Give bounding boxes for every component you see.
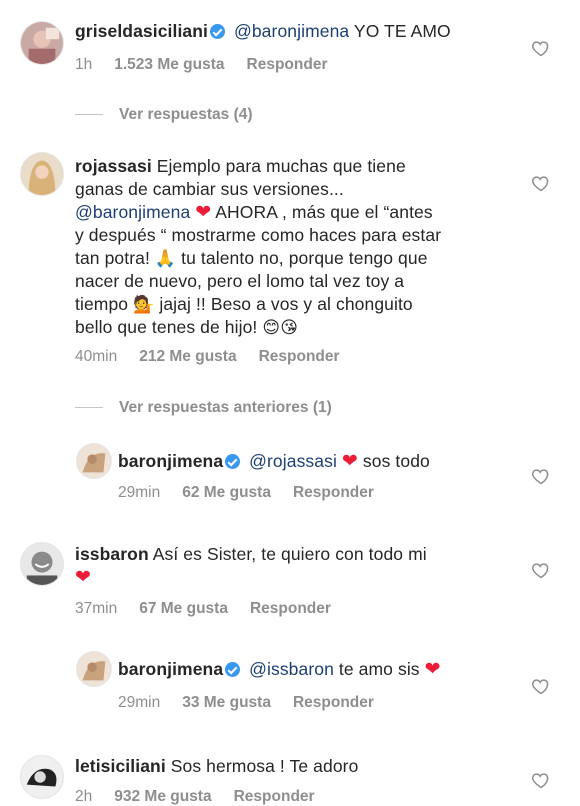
comment-mention[interactable]: @baronjimena <box>234 21 349 41</box>
view-replies-label: Ver respuestas anteriores (1) <box>119 399 332 416</box>
comment-meta: 40min 212 Me gusta Responder <box>75 348 362 366</box>
comment-username[interactable]: griseldasiciliani <box>75 21 208 41</box>
reply-button[interactable]: Responder <box>250 600 331 617</box>
heart-outline-icon[interactable] <box>531 560 551 580</box>
comment-body-line: ganas de cambiar sus versiones... <box>75 179 344 199</box>
verified-badge-icon <box>225 454 241 469</box>
woman-tipping-hand-icon: 💁 <box>133 295 155 314</box>
comment-time: 1h <box>75 56 93 73</box>
comment-text: baronjimena @issbaron te amo sis ❤ <box>118 658 441 681</box>
view-replies-button[interactable]: Ver respuestas (4) <box>75 106 253 124</box>
comment-body-line: tan potra! <box>75 248 150 268</box>
avatar[interactable] <box>76 443 112 479</box>
comment-body-line: Ejemplo para muchas que tiene <box>156 156 406 176</box>
comment-time: 2h <box>75 788 93 805</box>
comment-time: 29min <box>118 694 161 711</box>
verified-badge-icon <box>225 662 241 677</box>
avatar[interactable] <box>20 21 64 65</box>
view-replies-label: Ver respuestas (4) <box>119 106 253 123</box>
comment-mention[interactable]: @issbaron <box>249 659 334 679</box>
comment-likes[interactable]: 212 Me gusta <box>139 348 236 365</box>
red-heart-icon: ❤ <box>75 567 92 588</box>
comment-body-line: nacer de nuevo, pero el lomo tal vez toy… <box>75 271 405 291</box>
comment-text: baronjimena @rojassasi ❤ sos todo <box>118 450 430 473</box>
comment-body-line: tu talento no, porque tengo que <box>181 248 428 268</box>
comment-meta: 29min 33 Me gusta Responder <box>118 694 396 712</box>
comment-body-line: jajaj !! Beso a vos y al chonguito <box>159 294 413 314</box>
comment-time: 40min <box>75 348 118 365</box>
comment-body: Sos hermosa ! Te adoro <box>170 756 359 776</box>
comment-meta: 2h 932 Me gusta Responder <box>75 788 337 806</box>
heart-outline-icon[interactable] <box>531 770 551 790</box>
view-previous-replies-button[interactable]: Ver respuestas anteriores (1) <box>75 399 332 417</box>
comment-meta: 29min 62 Me gusta Responder <box>118 484 396 502</box>
heart-outline-icon[interactable] <box>531 38 551 58</box>
comment-body-line: AHORA , más que el “antes <box>215 202 433 222</box>
smiling-face-icon: 😊 <box>262 318 281 337</box>
reply-button[interactable]: Responder <box>293 484 374 501</box>
comment-likes[interactable]: 33 Me gusta <box>182 694 271 711</box>
comment-likes[interactable]: 1.523 Me gusta <box>114 56 224 73</box>
avatar[interactable] <box>20 542 64 586</box>
comment-body-line: tiempo <box>75 294 129 314</box>
comment-username[interactable]: rojassasi <box>75 156 152 176</box>
comment-text: letisiciliani Sos hermosa ! Te adoro <box>75 755 358 778</box>
reply-button[interactable]: Responder <box>234 788 315 805</box>
comment-meta: 37min 67 Me gusta Responder <box>75 600 353 618</box>
comment-body: YO TE AMO <box>353 21 451 41</box>
face-blowing-kiss-icon: 😘 <box>280 318 299 337</box>
comment-mention[interactable]: @rojassasi <box>249 451 337 471</box>
heart-outline-icon[interactable] <box>531 676 551 696</box>
folded-hands-icon: 🙏 <box>154 249 177 268</box>
heart-outline-icon[interactable] <box>531 466 551 486</box>
divider-line <box>75 407 103 409</box>
comment-username[interactable]: letisiciliani <box>75 756 166 776</box>
avatar[interactable] <box>20 755 64 799</box>
comment-body: Así es Sister, te quiero con todo mi <box>152 544 427 564</box>
comment-meta: 1h 1.523 Me gusta Responder <box>75 56 350 74</box>
comment-text: rojassasi Ejemplo para muchas que tiene … <box>75 155 525 339</box>
avatar[interactable] <box>20 152 64 196</box>
comment-time: 37min <box>75 600 118 617</box>
comment-body-line: bello que tenes de hijo! <box>75 317 258 337</box>
reply-button[interactable]: Responder <box>247 56 328 73</box>
comment-body-line: y después “ mostrarme como haces para es… <box>75 225 442 245</box>
comment-mention[interactable]: @baronjimena <box>75 202 190 222</box>
comment-username[interactable]: issbaron <box>75 544 149 564</box>
comment-likes[interactable]: 62 Me gusta <box>182 484 271 501</box>
comment-body: sos todo <box>362 451 430 471</box>
avatar[interactable] <box>76 651 112 687</box>
comment-likes[interactable]: 67 Me gusta <box>139 600 228 617</box>
comment-body: te amo sis <box>338 659 420 679</box>
red-heart-icon: ❤ <box>195 202 212 223</box>
red-heart-icon: ❤ <box>341 451 358 472</box>
heart-outline-icon[interactable] <box>531 173 551 193</box>
comment-time: 29min <box>118 484 161 501</box>
comment-text: issbaron Así es Sister, te quiero con to… <box>75 543 515 589</box>
comment-text: griseldasiciliani @baronjimena YO TE AMO <box>75 20 451 43</box>
comment-username[interactable]: baronjimena <box>118 451 223 471</box>
comment-likes[interactable]: 932 Me gusta <box>114 788 211 805</box>
red-heart-icon: ❤ <box>424 659 441 680</box>
reply-button[interactable]: Responder <box>259 348 340 365</box>
reply-button[interactable]: Responder <box>293 694 374 711</box>
verified-badge-icon <box>210 24 226 39</box>
divider-line <box>75 114 103 116</box>
comment-username[interactable]: baronjimena <box>118 659 223 679</box>
